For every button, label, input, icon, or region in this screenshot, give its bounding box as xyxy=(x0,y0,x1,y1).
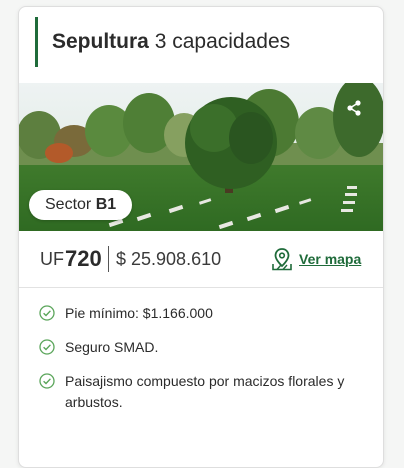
check-circle-icon xyxy=(39,339,55,355)
share-icon xyxy=(347,100,361,116)
title-rest: 3 capacidades xyxy=(154,30,291,53)
card-header: Sepultura 3 capacidades xyxy=(35,17,290,67)
map-pin-icon xyxy=(272,248,292,271)
title-accent-bar xyxy=(35,17,38,67)
share-button[interactable] xyxy=(343,97,365,119)
list-item: Seguro SMAD. xyxy=(39,337,365,358)
feature-text: Pie mínimo: $1.166.000 xyxy=(65,305,213,321)
price-row: UF 720 $ 25.908.610 Ver mapa xyxy=(19,231,383,288)
clp-price: $ 25.908.610 xyxy=(116,249,222,269)
sector-prefix: Sector xyxy=(45,196,92,213)
list-item: Paisajismo compuesto por macizos florale… xyxy=(39,371,365,413)
price-divider xyxy=(108,246,109,272)
uf-price: 720 xyxy=(65,246,102,271)
uf-label: UF xyxy=(40,249,64,269)
title-bold: Sepultura xyxy=(52,30,149,53)
feature-text: Paisajismo compuesto por macizos florale… xyxy=(65,373,345,410)
view-map-label: Ver mapa xyxy=(299,251,362,267)
check-circle-icon xyxy=(39,373,55,389)
list-item: Pie mínimo: $1.166.000 xyxy=(39,303,365,324)
view-map-link[interactable]: Ver mapa xyxy=(271,245,361,273)
product-card: Sepultura 3 capacidades Sector B1 UF 720… xyxy=(18,6,384,468)
cemetery-photo: Sector B1 xyxy=(19,83,383,231)
feature-text: Seguro SMAD. xyxy=(65,339,159,355)
sector-value: B1 xyxy=(95,196,117,213)
sector-badge: Sector B1 xyxy=(29,190,133,220)
card-title: Sepultura 3 capacidades xyxy=(52,29,290,55)
check-circle-icon xyxy=(39,305,55,321)
